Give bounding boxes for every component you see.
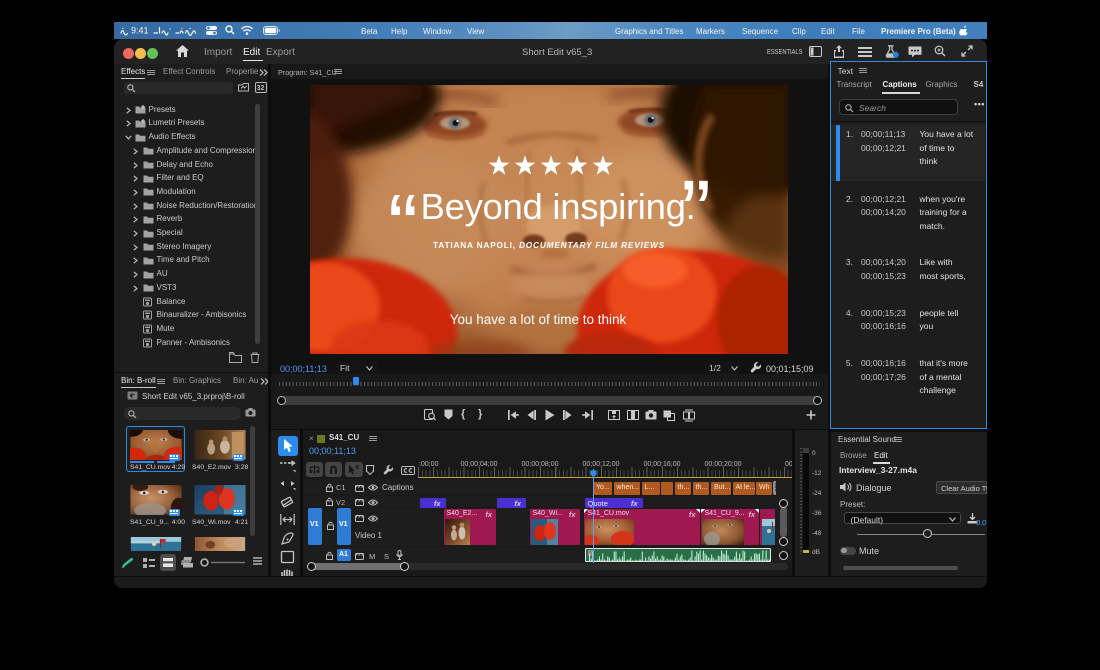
svg-text:32: 32: [257, 85, 265, 92]
svg-text:9:41: 9:41: [131, 26, 149, 36]
